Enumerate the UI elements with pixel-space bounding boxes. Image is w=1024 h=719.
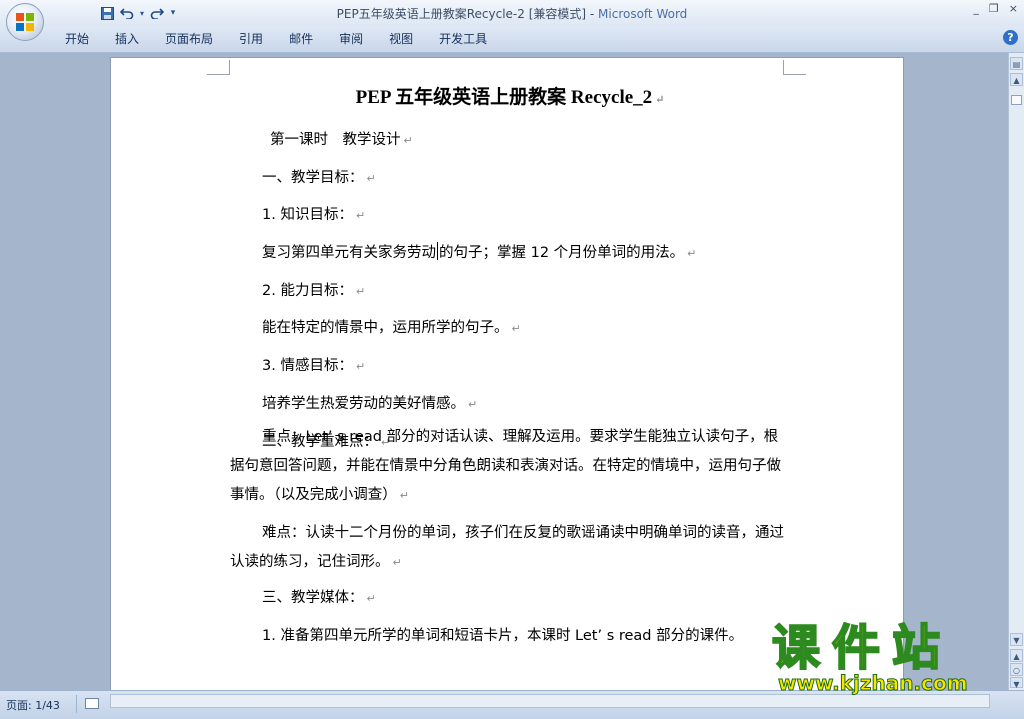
watermark: 课件站 www.kjzhan.com [771, 618, 1012, 698]
tab-view[interactable]: 视图 [376, 31, 426, 47]
tab-list: 开始 插入 页面布局 引用 邮件 审阅 视图 开发工具 [52, 31, 500, 47]
paragraph-mark: ↵ [366, 171, 376, 185]
title-bar: ▾ ▾ PEP五年级英语上册教案Recycle-2 [兼容模式] - Micro… [0, 0, 1024, 26]
margin-corner-top-left [207, 60, 230, 75]
paragraph: 重点：Let’ s read 部分的对话认读、理解及运用。要求学生能独立认读句子… [230, 423, 792, 519]
paragraph-text: 一、教学目标： [262, 169, 364, 186]
scroll-up-button[interactable]: ▲ [1010, 73, 1023, 86]
paragraph: 难点：认读十二个月份的单词，孩子们在反复的歌谣诵读中明确单词的读音，通过认读的练… [230, 519, 792, 587]
scroll-thumb[interactable] [1011, 95, 1022, 105]
paragraph-text: 1. 准备第四单元所学的单词和短语卡片，本课时 Let’ s read 部分的课… [262, 627, 744, 644]
paragraph-mark: ↵ [511, 322, 521, 336]
window-controls: _ ❐ × [973, 2, 1018, 15]
app-name: Microsoft Word [598, 7, 688, 21]
paragraph: 3. 情感目标： ↵ [230, 355, 790, 393]
paragraph: 1. 知识目标： ↵ [230, 204, 790, 242]
help-icon[interactable]: ? [1003, 30, 1018, 45]
paragraph-mark: ↵ [366, 592, 376, 605]
tab-developer[interactable]: 开发工具 [426, 31, 500, 47]
paragraph-text: 2. 能力目标： [262, 282, 353, 299]
paragraph: 1. 准备第四单元所学的单词和短语卡片，本课时 Let’ s read 部分的课… [230, 625, 792, 663]
paragraph-text: 能在特定的情景中，运用所学的句子。 [262, 320, 509, 337]
page-count[interactable]: 页面: 1/43 [6, 697, 60, 713]
document-body-lower[interactable]: 重点：Let’ s read 部分的对话认读、理解及运用。要求学生能独立认读句子… [230, 423, 792, 662]
paragraph-text: 复习第四单元有关家务劳动 [262, 245, 436, 262]
window-title: PEP五年级英语上册教案Recycle-2 [兼容模式] - Microsoft… [0, 5, 1024, 22]
paragraph-text: 重点：Let’ s read 部分的对话认读、理解及运用。要求学生能独立认读句子… [230, 429, 781, 503]
tab-review[interactable]: 审阅 [326, 31, 376, 47]
paragraph-text: 三、教学媒体： [262, 590, 364, 606]
margin-corner-top-right [783, 60, 806, 75]
minimize-button[interactable]: _ [973, 2, 979, 15]
paragraph: 第一课时 教学设计 ↵ [230, 129, 790, 167]
document-body[interactable]: PEP 五年级英语上册教案 Recycle_2 ↵ 第一课时 教学设计 ↵ 一、教学… [230, 84, 790, 468]
ruler-toggle-icon[interactable]: ▤ [1010, 57, 1023, 70]
close-button[interactable]: × [1009, 2, 1018, 15]
paragraph-mark: ↵ [392, 556, 402, 569]
office-button[interactable] [6, 3, 44, 41]
paragraph-text: 的句子；掌握 12 个月份单词的用法。 [439, 245, 685, 262]
text-cursor [437, 242, 438, 261]
ribbon-tabs: 开始 插入 页面布局 引用 邮件 审阅 视图 开发工具 ? [0, 26, 1024, 53]
tab-insert[interactable]: 插入 [102, 31, 152, 47]
paragraph-mark: ↵ [399, 489, 409, 502]
paragraph-mark: ↵ [403, 134, 413, 147]
paragraph-mark: ↵ [655, 94, 665, 106]
paragraph: 复习第四单元有关家务劳动 的句子；掌握 12 个月份单词的用法。 ↵ [230, 242, 790, 280]
document-title: PEP五年级英语上册教案Recycle-2 [兼容模式] - [336, 7, 599, 21]
paragraph-mark: ↵ [468, 397, 478, 411]
paragraph: 2. 能力目标： ↵ [230, 280, 790, 318]
document-heading-text: PEP 五年级英语上册教案 Recycle_2 [355, 87, 653, 108]
document-workspace: PEP 五年级英语上册教案 Recycle_2 ↵ 第一课时 教学设计 ↵ 一、教学… [0, 53, 1008, 690]
paragraph: 一、教学目标： ↵ [230, 167, 790, 205]
tab-references[interactable]: 引用 [226, 31, 276, 47]
paragraph: 能在特定的情景中，运用所学的句子。 ↵ [230, 317, 790, 355]
paragraph: 三、教学媒体： ↵ [230, 587, 792, 625]
paragraph-mark: ↵ [355, 360, 366, 374]
watermark-url: www.kjzhan.com [778, 671, 969, 696]
document-heading: PEP 五年级英语上册教案 Recycle_2 ↵ [230, 84, 790, 112]
tab-page-layout[interactable]: 页面布局 [152, 31, 226, 47]
vertical-scrollbar[interactable]: ▤ ▲ ▼ ▲ ○ ▼ [1008, 53, 1024, 690]
paragraph-text: 1. 知识目标： [262, 207, 353, 224]
watermark-logo-text: 课件站 [771, 619, 953, 677]
paragraph-mark: ↵ [687, 247, 697, 261]
paragraph-text: 培养学生热爱劳动的美好情感。 [262, 395, 465, 412]
paragraph-mark: ↵ [355, 209, 366, 223]
tab-home[interactable]: 开始 [52, 31, 102, 47]
paragraph-mark: ↵ [355, 284, 366, 298]
paragraph-text: 3. 情感目标： [262, 358, 353, 375]
status-separator [76, 695, 77, 713]
document-page[interactable]: PEP 五年级英语上册教案 Recycle_2 ↵ 第一课时 教学设计 ↵ 一、教学… [110, 57, 904, 690]
macro-recording-icon[interactable] [85, 698, 99, 709]
tab-mailings[interactable]: 邮件 [276, 31, 326, 47]
restore-button[interactable]: ❐ [989, 2, 999, 15]
office-logo-icon [16, 13, 34, 31]
paragraph-text: 第一课时 教学设计 [270, 132, 401, 148]
paragraph-text: 难点：认读十二个月份的单词，孩子们在反复的歌谣诵读中明确单词的读音，通过认读的练… [230, 525, 784, 570]
